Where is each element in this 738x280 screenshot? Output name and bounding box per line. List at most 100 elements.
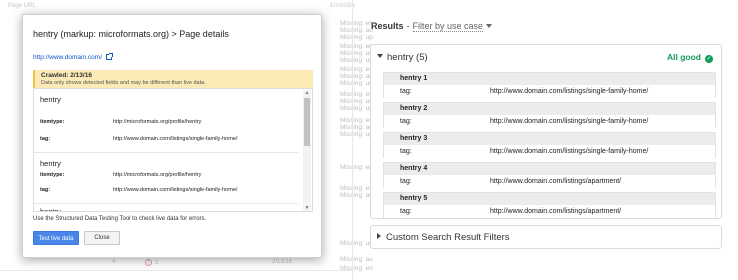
entry-divider — [34, 203, 298, 204]
dialog-title: hentry (markup: microformats.org) > Page… — [33, 29, 229, 39]
scroll-thumb[interactable] — [304, 98, 310, 146]
item-key: tag: — [400, 148, 412, 155]
detail-entry: hentry — [40, 95, 298, 104]
crawled-date: Crawled: 2/13/16 — [41, 72, 92, 79]
external-link-icon[interactable] — [106, 53, 113, 60]
item-property: tag: http://www.domain.com/listings/apar… — [384, 175, 715, 188]
result-item[interactable]: hentry 5 tag: http://www.domain.com/list… — [383, 192, 716, 218]
bg-missing-cell: Missing: en — [340, 43, 373, 50]
crawled-notice: Crawled: 2/13/16 Data only shows detecte… — [33, 70, 313, 88]
filter-by-use-case-dropdown[interactable]: Filter by use case — [412, 21, 484, 32]
filters-title[interactable]: Custom Search Result Filters — [386, 232, 510, 243]
bg-missing-cell: Missing: up — [340, 105, 373, 112]
testing-tool-hint: Use the Structured Data Testing Tool to … — [33, 216, 207, 222]
close-button[interactable]: Close — [84, 231, 120, 245]
bg-missing-cell: Missing: au — [340, 73, 373, 80]
bg-missing-cell: Missing: en — [340, 164, 373, 171]
entry-divider — [34, 152, 298, 153]
hentry-group: hentry (5) All good ✓ hentry 1 tag: http:… — [370, 44, 722, 219]
prop-value: http://microformats.org/profile/hentry — [113, 172, 202, 178]
error-icon: ! — [145, 259, 152, 266]
prop-key: itemtype: — [40, 119, 65, 125]
results-label: Results — [371, 21, 404, 31]
group-toggle[interactable]: hentry (5) — [377, 52, 428, 63]
bg-col-header: Page URL — [8, 3, 36, 9]
details-scrollbar[interactable]: ▲ ▼ — [303, 90, 311, 211]
bg-missing-cell: Missing: up — [340, 34, 373, 41]
item-property: tag: http://www.domain.com/listings/sing… — [384, 145, 715, 158]
prop-value: http://www.domain.com/listings/single-fa… — [113, 187, 238, 193]
bg-missing-cell: Missing: up — [340, 57, 373, 64]
item-value: http://www.domain.com/listings/single-fa… — [490, 88, 649, 95]
prop-key: tag: — [40, 187, 51, 193]
caret-down-icon[interactable] — [486, 24, 493, 28]
result-item[interactable]: hentry 1 tag: http://www.domain.com/list… — [383, 72, 716, 98]
page-url-text[interactable]: http://www.domain.com/ — [33, 54, 102, 61]
bg-date: 2/13/16 — [272, 259, 293, 265]
panel-divider — [352, 0, 353, 280]
item-title[interactable]: hentry 5 — [384, 193, 715, 205]
page-url-link[interactable]: http://www.domain.com/ — [33, 53, 113, 61]
item-value: http://www.domain.com/listings/apartment… — [490, 208, 622, 215]
bg-missing-cell: Missing: en — [340, 91, 373, 98]
item-title[interactable]: hentry 3 — [384, 133, 715, 145]
bg-missing-cell: Missing: au — [340, 50, 373, 57]
result-item[interactable]: hentry 2 tag: http://www.domain.com/list… — [383, 102, 716, 128]
bg-missing-cell: Missing: au — [340, 27, 373, 34]
result-item[interactable]: hentry 3 tag: http://www.domain.com/list… — [383, 132, 716, 158]
item-value: http://www.domain.com/listings/single-fa… — [490, 118, 649, 125]
bg-error-count: ! 2 — [145, 259, 158, 266]
custom-search-filters-group[interactable]: Custom Search Result Filters — [370, 225, 722, 249]
bg-col-header: Sta — [346, 3, 356, 9]
item-title[interactable]: hentry 4 — [384, 163, 715, 175]
bg-missing-cell: Missing: up — [340, 131, 373, 138]
item-title[interactable]: hentry 1 — [384, 73, 715, 85]
bg-divider — [0, 270, 352, 271]
bg-missing-cell: Missing: en — [340, 20, 373, 27]
expand-triangle-icon[interactable] — [377, 233, 381, 239]
prop-key: itemtype: — [40, 172, 65, 178]
item-title[interactable]: hentry 2 — [384, 103, 715, 115]
item-key: tag: — [400, 118, 412, 125]
bg-missing-cell: Missing: au — [340, 98, 373, 105]
crawled-note: Data only shows detected fields and may … — [41, 80, 206, 86]
group-title[interactable]: hentry (5) — [387, 52, 428, 63]
item-value: http://www.domain.com/listings/single-fa… — [490, 148, 649, 155]
detail-entry: hentry — [40, 207, 298, 212]
bg-col-header: Errors — [330, 3, 347, 9]
bg-missing-cell: Missing: au — [340, 124, 373, 131]
bg-missing-cell: Missing: up — [340, 240, 373, 247]
page-details-dialog: hentry (markup: microformats.org) > Page… — [22, 14, 322, 258]
results-separator: - — [406, 21, 410, 31]
item-value: http://www.domain.com/listings/apartment… — [490, 178, 622, 185]
bg-missing-cell: Missing: up — [340, 80, 373, 87]
entry-type: hentry — [40, 159, 61, 168]
item-property: tag: http://www.domain.com/listings/sing… — [384, 115, 715, 128]
status-text: All good — [667, 52, 701, 62]
results-header: Results - Filter by use case — [371, 16, 493, 34]
bg-missing-cell: Missing: en — [340, 66, 373, 73]
check-circle-icon: ✓ — [705, 55, 713, 63]
bg-missing-cell: Missing: en — [340, 185, 373, 192]
item-key: tag: — [400, 88, 412, 95]
entry-type: hentry — [40, 207, 61, 212]
filters-toggle[interactable]: Custom Search Result Filters — [377, 232, 510, 243]
prop-value: http://microformats.org/profile/hentry — [113, 119, 202, 125]
scroll-up-icon[interactable]: ▲ — [304, 90, 310, 96]
item-property: tag: http://www.domain.com/listings/apar… — [384, 205, 715, 218]
scroll-down-icon[interactable]: ▼ — [304, 205, 310, 211]
item-key: tag: — [400, 208, 412, 215]
item-key: tag: — [400, 178, 412, 185]
status-badge: All good ✓ — [667, 52, 713, 63]
bg-count: 4 — [112, 259, 116, 265]
bg-missing-cell: Missing: au — [340, 192, 373, 199]
result-item[interactable]: hentry 4 tag: http://www.domain.com/list… — [383, 162, 716, 188]
details-scroll-area[interactable]: hentry itemtype: http://microformats.org… — [33, 88, 313, 212]
prop-value: http://www.domain.com/listings/single-fa… — [113, 136, 238, 142]
prop-key: tag: — [40, 136, 51, 142]
entry-type: hentry — [40, 95, 61, 104]
collapse-triangle-icon[interactable] — [377, 54, 383, 58]
test-live-data-button[interactable]: Test live data — [33, 231, 79, 245]
detail-entry: hentry — [40, 159, 298, 168]
bg-missing-cell: Missing: en — [340, 117, 373, 124]
